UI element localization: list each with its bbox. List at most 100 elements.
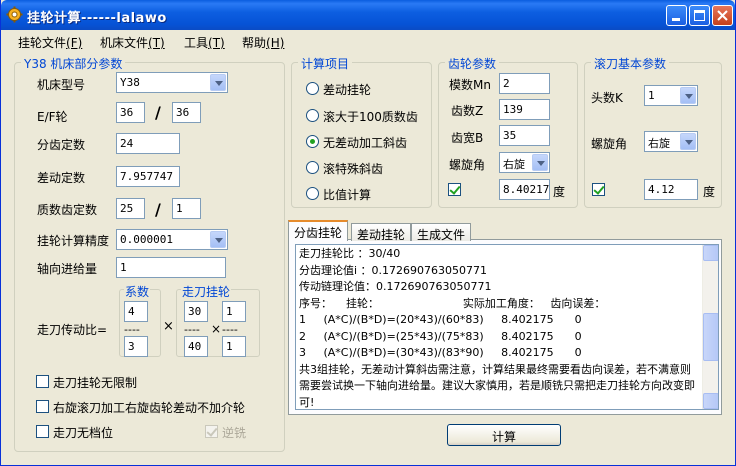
prime-const-a-input[interactable]: 25: [116, 198, 145, 219]
div-const-input[interactable]: 24: [116, 133, 180, 154]
window-title: 挂轮计算------lalawo: [27, 11, 167, 26]
tab-index-gear[interactable]: 分齿挂轮: [288, 220, 349, 241]
multiply-sign: ×: [211, 322, 222, 336]
radio-ratio-calc-label: 比值计算: [323, 188, 372, 202]
results-lines: 走刀挂轮比 ：30/40 分齿理论值i ：0.172690763050771 传动链…: [299, 246, 715, 362]
menu-help[interactable]: 帮助(H): [242, 34, 284, 51]
menu-label: 帮助: [242, 36, 267, 50]
teeth-label: 齿数Z: [451, 104, 484, 118]
machine-params-title: Y38 机床部分参数: [21, 55, 126, 72]
chevron-down-icon[interactable]: [680, 133, 696, 150]
coef-den-input[interactable]: 3: [124, 336, 148, 357]
menu-bar: 挂轮文件(F) 机床文件(T) 工具(T) 帮助(H): [1, 30, 735, 52]
coef-num-input[interactable]: 4: [124, 301, 148, 322]
tab-differential-gear[interactable]: 差动挂轮: [351, 223, 412, 242]
face-width-label: 齿宽B: [451, 131, 484, 145]
menu-shortcut: (H): [266, 36, 285, 50]
precision-select[interactable]: 0.000001: [116, 229, 228, 250]
hob-degree-unit: 度: [703, 185, 716, 199]
unlimited-feed-label: 走刀挂轮无限制: [53, 376, 138, 390]
slash-divider: /: [155, 200, 161, 219]
results-tab-panel: 走刀挂轮比 ：30/40 分齿理论值i ：0.172690763050771 传动链…: [288, 239, 722, 415]
scroll-thumb[interactable]: [703, 313, 718, 361]
climb-milling-checkbox[interactable]: [205, 425, 218, 438]
tab-generate-file[interactable]: 生成文件: [411, 223, 472, 242]
scroll-up-button[interactable]: [703, 245, 718, 261]
fraction-line: ----: [222, 323, 238, 336]
div-const-label: 分齿定数: [37, 138, 86, 152]
calc-items-group: 计算项目 差动挂轮 滚大于100质数齿 无差动加工斜齿 滚特殊斜齿 比值计算: [291, 55, 432, 208]
menu-label: 工具: [184, 36, 209, 50]
multiply-sign: ×: [163, 319, 174, 334]
hob-helix-value: 右旋: [648, 137, 670, 150]
precision-value: 0.000001: [120, 233, 173, 246]
module-input[interactable]: 2: [499, 73, 550, 94]
feed-gear-c-input[interactable]: 40: [184, 336, 208, 357]
chevron-down-icon[interactable]: [532, 154, 548, 171]
menu-label: 机床文件: [100, 36, 149, 50]
right-hob-checkbox[interactable]: [36, 400, 49, 413]
hob-helix-select[interactable]: 右旋: [644, 131, 698, 152]
gear-angle-checkbox[interactable]: [448, 183, 461, 196]
face-width-input[interactable]: 35: [499, 125, 550, 146]
prime-const-label: 质数齿定数: [37, 203, 98, 217]
results-line: 2 (A*C)/(B*D)=(25*43)/(75*83) 8.402175 0: [299, 329, 582, 343]
radio-ratio-calc[interactable]: [306, 187, 319, 200]
scroll-down-button[interactable]: [703, 393, 718, 409]
coef-box: 系数 4 ---- 3: [119, 283, 161, 357]
chevron-down-icon[interactable]: [210, 231, 226, 248]
radio-differential[interactable]: [306, 82, 319, 95]
results-line: 走刀挂轮比 ：30/40: [299, 247, 401, 260]
minimize-icon: [672, 18, 680, 21]
hob-angle-input[interactable]: 4.12: [644, 179, 698, 200]
unlimited-feed-checkbox[interactable]: [36, 375, 49, 388]
main-window: 挂轮计算------lalawo 挂轮文件(F) 机床文件(T) 工具(T) 帮…: [0, 0, 736, 466]
maximize-button[interactable]: [689, 5, 710, 26]
machine-model-select[interactable]: Y38: [116, 72, 228, 93]
title-bar[interactable]: 挂轮计算------lalawo: [1, 0, 735, 30]
gear-helix-select[interactable]: 右旋: [499, 152, 550, 173]
radio-no-diff-helical[interactable]: [306, 135, 319, 148]
f-gear-input[interactable]: 36: [172, 102, 201, 123]
teeth-input[interactable]: 139: [499, 99, 550, 120]
menu-tools[interactable]: 工具(T): [184, 34, 225, 51]
menu-gear-file[interactable]: 挂轮文件(F): [18, 34, 82, 51]
results-output[interactable]: 走刀挂轮比 ：30/40 分齿理论值i ：0.172690763050771 传动链…: [295, 244, 719, 410]
machine-params-group: Y38 机床部分参数 机床型号 Y38 E/F轮 36 / 36 分齿定数 24…: [14, 55, 285, 452]
radio-special-helical[interactable]: [306, 161, 319, 174]
menu-machine-file[interactable]: 机床文件(T): [100, 34, 165, 51]
feed-gear-b-input[interactable]: 1: [222, 301, 246, 322]
hob-starts-label: 头数K: [591, 91, 623, 105]
coef-title: 系数: [124, 283, 151, 300]
fraction-line: ----: [124, 323, 140, 336]
gear-params-title: 齿轮参数: [445, 55, 500, 72]
machine-model-value: Y38: [120, 76, 140, 89]
chevron-down-icon[interactable]: [210, 74, 226, 91]
feed-gear-a-input[interactable]: 30: [184, 301, 208, 322]
hob-params-group: 滚刀基本参数 头数K 1 螺旋角 右旋 4.12 度: [584, 55, 722, 208]
radio-differential-label: 差动挂轮: [323, 83, 372, 97]
chevron-down-icon[interactable]: [680, 87, 696, 104]
radio-prime-over-100[interactable]: [306, 109, 319, 122]
radio-prime-over-100-label: 滚大于100质数齿: [323, 110, 418, 124]
minimize-button[interactable]: [666, 5, 687, 26]
e-gear-input[interactable]: 36: [116, 102, 145, 123]
gear-angle-input[interactable]: 8.402175: [499, 179, 550, 200]
close-button[interactable]: [712, 5, 733, 26]
axial-feed-input[interactable]: 1: [116, 257, 226, 278]
right-hob-label: 右旋滚刀加工右旋齿轮差动不加介轮: [53, 401, 246, 415]
maximize-icon: [694, 10, 705, 21]
menu-shortcut: (T): [148, 36, 165, 50]
radio-special-helical-label: 滚特殊斜齿: [323, 162, 384, 176]
hob-starts-value: 1: [648, 89, 655, 102]
hob-starts-select[interactable]: 1: [644, 85, 698, 106]
diff-const-input[interactable]: 7.957747: [116, 166, 180, 187]
module-label: 模数Mn: [449, 78, 491, 92]
results-scrollbar[interactable]: [702, 245, 718, 409]
feed-gear-d-input[interactable]: 1: [222, 336, 246, 357]
axial-feed-label: 轴向进给量: [37, 262, 98, 276]
hob-angle-checkbox[interactable]: [592, 183, 605, 196]
no-feed-stop-checkbox[interactable]: [36, 425, 49, 438]
prime-const-b-input[interactable]: 1: [172, 198, 201, 219]
calculate-button[interactable]: 计算: [447, 424, 561, 446]
